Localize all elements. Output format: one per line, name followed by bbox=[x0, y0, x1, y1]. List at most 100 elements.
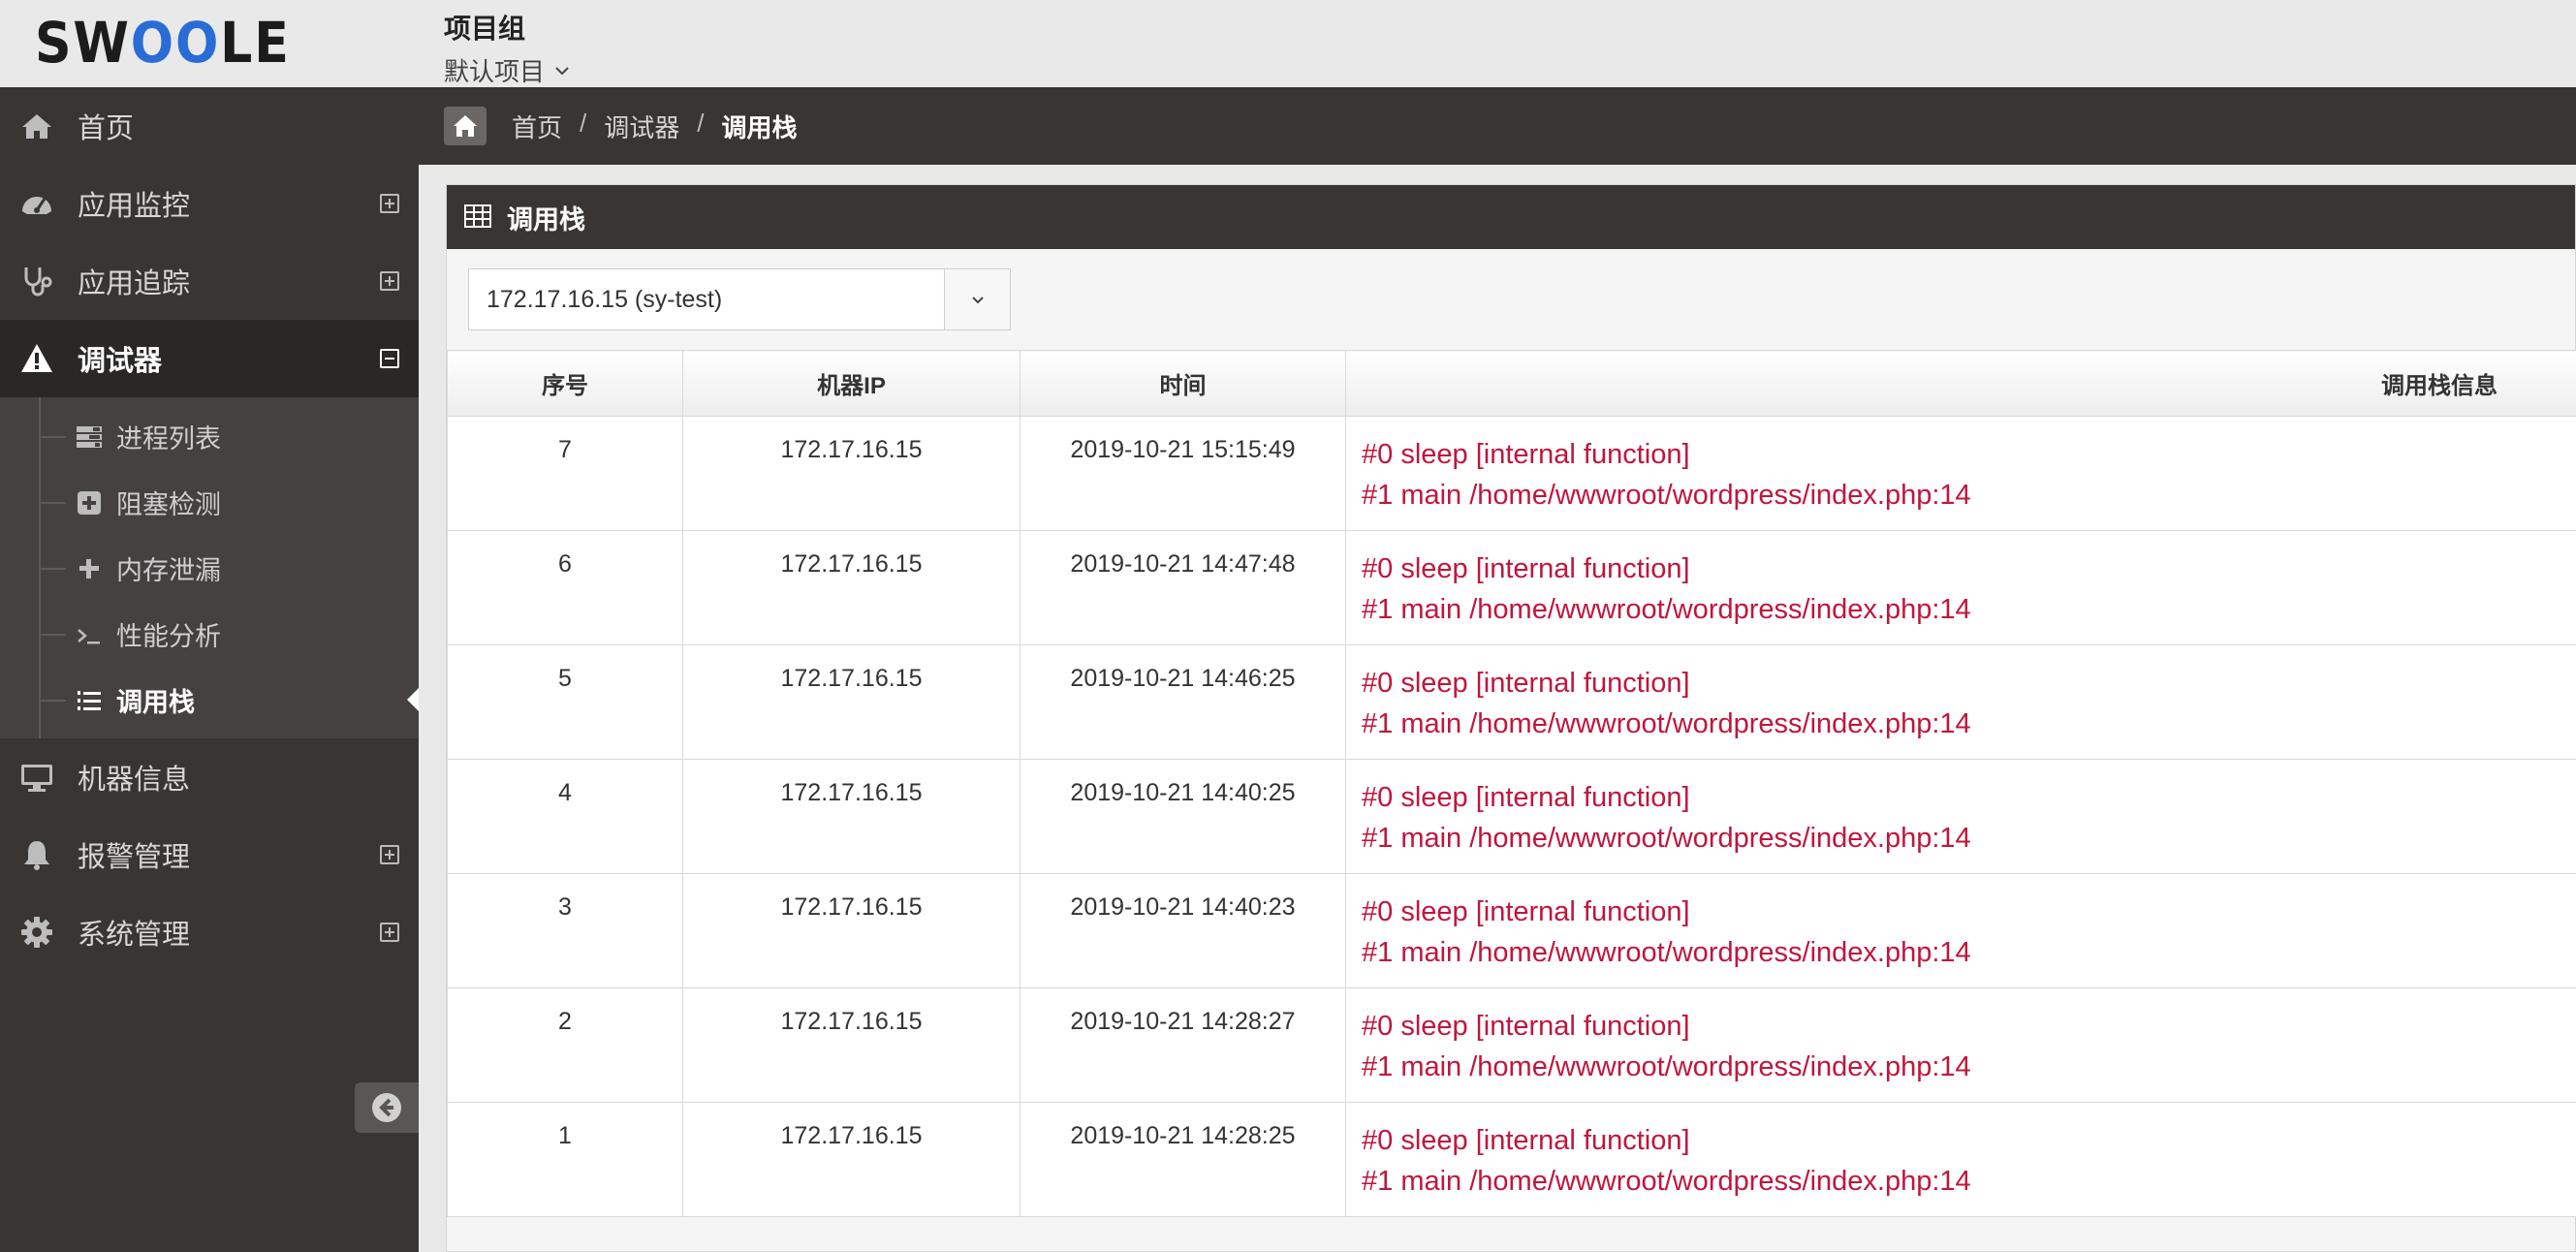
sidebar-item-process-list[interactable]: 进程列表 bbox=[0, 403, 419, 469]
column-header-time[interactable]: 时间 bbox=[1020, 350, 1346, 417]
cell-time: 2019-10-21 15:15:49 bbox=[1020, 416, 1346, 531]
cell-stack: #0 sleep [internal function] #1 main /hom… bbox=[1345, 416, 2576, 531]
cell-ip: 172.17.16.15 bbox=[682, 530, 1021, 645]
call-stack-table: 序号 机器IP 时间 调用栈信息 7 172.17.16.15 2019-10-… bbox=[447, 350, 2576, 1217]
sidebar-item-call-stack[interactable]: 调用栈 bbox=[0, 667, 419, 733]
cell-time: 2019-10-21 14:46:25 bbox=[1020, 644, 1346, 760]
breadcrumb-home-button[interactable] bbox=[444, 107, 487, 145]
cell-time: 2019-10-21 14:40:23 bbox=[1020, 873, 1346, 988]
collapse-icon[interactable] bbox=[380, 349, 399, 368]
table-row: 1 172.17.16.15 2019-10-21 14:28:25 #0 sl… bbox=[447, 1102, 2576, 1217]
logo[interactable]: SWOOLE bbox=[0, 0, 419, 87]
cell-no: 1 bbox=[447, 1102, 683, 1217]
home-icon bbox=[454, 115, 477, 137]
cell-stack: #0 sleep [internal function] #1 main /hom… bbox=[1345, 530, 2576, 645]
plus-icon bbox=[76, 556, 103, 581]
cell-ip: 172.17.16.15 bbox=[682, 1102, 1021, 1217]
breadcrumb-separator: / bbox=[580, 109, 587, 138]
cell-ip: 172.17.16.15 bbox=[682, 644, 1021, 760]
stack-line: #1 main /home/wwwroot/wordpress/index.ph… bbox=[1362, 1166, 1971, 1197]
sidebar-item-alert-manage[interactable]: 报警管理 bbox=[0, 816, 419, 893]
call-stack-panel: 调用栈 172.17.16.15 (sy-test) 序号 机器IP 时间 调用… bbox=[446, 184, 2576, 1252]
cell-no: 3 bbox=[447, 873, 683, 988]
debugger-submenu: 进程列表 阻塞检测 内存泄漏 性能分析 调用栈 bbox=[0, 397, 419, 738]
expand-icon[interactable] bbox=[380, 194, 399, 213]
column-header-ip[interactable]: 机器IP bbox=[682, 350, 1021, 417]
stack-line: #1 main /home/wwwroot/wordpress/index.ph… bbox=[1362, 1051, 1971, 1082]
cell-time: 2019-10-21 14:47:48 bbox=[1020, 530, 1346, 645]
main-content: 调用栈 172.17.16.15 (sy-test) 序号 机器IP 时间 调用… bbox=[419, 165, 2576, 1252]
table-row: 6 172.17.16.15 2019-10-21 14:47:48 #0 sl… bbox=[447, 530, 2576, 645]
table-row: 7 172.17.16.15 2019-10-21 15:15:49 #0 sl… bbox=[447, 416, 2576, 531]
breadcrumb-debugger[interactable]: 调试器 bbox=[604, 109, 679, 144]
stack-line: #0 sleep [internal function] bbox=[1362, 896, 1690, 927]
chevron-down-icon bbox=[555, 66, 569, 75]
cell-no: 6 bbox=[447, 530, 683, 645]
panel-title: 调用栈 bbox=[507, 204, 585, 235]
bell-icon bbox=[17, 837, 56, 872]
stack-line: #0 sleep [internal function] bbox=[1362, 553, 1690, 584]
sidebar-item-debugger[interactable]: 调试器 bbox=[0, 320, 419, 397]
breadcrumb-bar: 首页 / 调试器 / 调用栈 bbox=[419, 87, 2576, 165]
cell-ip: 172.17.16.15 bbox=[682, 416, 1021, 531]
breadcrumb-home[interactable]: 首页 bbox=[512, 109, 562, 144]
breadcrumb: 首页 / 调试器 / 调用栈 bbox=[512, 109, 798, 144]
sidebar-item-app-monitor[interactable]: 应用监控 bbox=[0, 165, 419, 242]
cell-stack: #0 sleep [internal function] #1 main /hom… bbox=[1345, 759, 2576, 874]
panel-header: 调用栈 bbox=[447, 185, 2575, 249]
table-row: 2 172.17.16.15 2019-10-21 14:28:27 #0 sl… bbox=[447, 987, 2576, 1103]
sidebar: 首页 应用监控 应用追踪 调试器 进程列表 阻塞检测 内存泄漏 性能分析 调用栈… bbox=[0, 87, 419, 1252]
chevron-down-icon bbox=[971, 297, 984, 304]
stethoscope-icon bbox=[17, 264, 56, 298]
cell-stack: #0 sleep [internal function] #1 main /hom… bbox=[1345, 987, 2576, 1103]
cell-no: 7 bbox=[447, 416, 683, 531]
active-indicator bbox=[407, 688, 419, 711]
sidebar-item-machine-info[interactable]: 机器信息 bbox=[0, 738, 419, 816]
project-switcher: 项目组 默认项目 bbox=[444, 8, 572, 88]
stack-line: #0 sleep [internal function] bbox=[1362, 1011, 1690, 1042]
plus-square-icon bbox=[76, 490, 103, 516]
sidebar-item-system-manage[interactable]: 系统管理 bbox=[0, 893, 419, 971]
expand-icon[interactable] bbox=[380, 271, 399, 291]
tasks-icon bbox=[76, 424, 103, 450]
table-icon bbox=[464, 204, 491, 228]
cell-ip: 172.17.16.15 bbox=[682, 873, 1021, 988]
machine-select-toggle[interactable] bbox=[944, 269, 1010, 329]
machine-select[interactable]: 172.17.16.15 (sy-test) bbox=[468, 268, 1011, 330]
stack-line: #1 main /home/wwwroot/wordpress/index.ph… bbox=[1362, 594, 1971, 625]
breadcrumb-current: 调用栈 bbox=[721, 113, 798, 142]
table-row: 3 172.17.16.15 2019-10-21 14:40:23 #0 sl… bbox=[447, 873, 2576, 988]
cell-no: 5 bbox=[447, 644, 683, 760]
sidebar-item-memory-leak[interactable]: 内存泄漏 bbox=[0, 535, 419, 601]
cell-ip: 172.17.16.15 bbox=[682, 759, 1021, 874]
sidebar-item-home[interactable]: 首页 bbox=[0, 87, 419, 165]
dashboard-icon bbox=[17, 186, 56, 221]
stack-line: #1 main /home/wwwroot/wordpress/index.ph… bbox=[1362, 937, 1971, 968]
cell-stack: #0 sleep [internal function] #1 main /hom… bbox=[1345, 644, 2576, 760]
sidebar-item-app-trace[interactable]: 应用追踪 bbox=[0, 242, 419, 320]
cell-stack: #0 sleep [internal function] #1 main /hom… bbox=[1345, 1102, 2576, 1217]
cell-ip: 172.17.16.15 bbox=[682, 987, 1021, 1103]
cell-stack: #0 sleep [internal function] #1 main /hom… bbox=[1345, 873, 2576, 988]
cell-no: 4 bbox=[447, 759, 683, 874]
table-row: 5 172.17.16.15 2019-10-21 14:46:25 #0 sl… bbox=[447, 644, 2576, 760]
sidebar-collapse-button[interactable] bbox=[355, 1082, 419, 1133]
sidebar-item-profiling[interactable]: 性能分析 bbox=[0, 601, 419, 667]
column-header-stack[interactable]: 调用栈信息 bbox=[1345, 350, 2576, 417]
expand-icon[interactable] bbox=[380, 923, 399, 942]
cell-time: 2019-10-21 14:28:25 bbox=[1020, 1102, 1346, 1217]
desktop-icon bbox=[17, 760, 56, 795]
machine-select-value: 172.17.16.15 (sy-test) bbox=[487, 285, 723, 313]
cell-time: 2019-10-21 14:28:27 bbox=[1020, 987, 1346, 1103]
sidebar-item-block-detect[interactable]: 阻塞检测 bbox=[0, 469, 419, 535]
expand-icon[interactable] bbox=[380, 845, 399, 864]
column-header-no[interactable]: 序号 bbox=[447, 350, 683, 417]
cell-no: 2 bbox=[447, 987, 683, 1103]
terminal-icon bbox=[76, 622, 103, 647]
project-dropdown[interactable]: 默认项目 bbox=[444, 52, 572, 88]
stack-line: #1 main /home/wwwroot/wordpress/index.ph… bbox=[1362, 708, 1971, 739]
list-ol-icon bbox=[76, 688, 103, 713]
table-header-row: 序号 机器IP 时间 调用栈信息 bbox=[447, 350, 2576, 417]
stack-line: #0 sleep [internal function] bbox=[1362, 439, 1690, 470]
stack-line: #0 sleep [internal function] bbox=[1362, 1125, 1690, 1156]
